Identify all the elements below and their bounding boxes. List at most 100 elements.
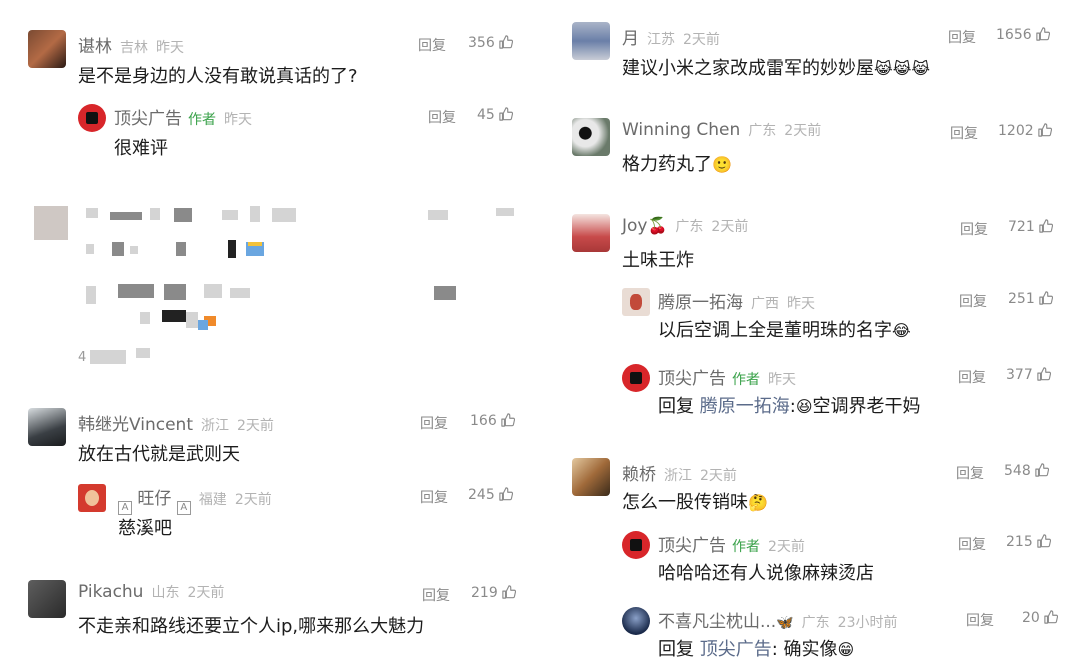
comment-time: 2天前: [683, 32, 720, 48]
reply-item: A 旺仔 A 福建 2天前 回复 245 慈溪吧: [0, 480, 540, 540]
like-button[interactable]: 548: [1004, 463, 1049, 479]
comment-text: 以后空调上全是董明珠的名字😂: [658, 316, 911, 342]
author-name[interactable]: 韩继光Vincent: [78, 415, 193, 435]
like-button[interactable]: 166: [470, 413, 515, 429]
reply-button[interactable]: 回复: [958, 367, 986, 387]
reply-button[interactable]: 回复: [950, 123, 978, 143]
author-name[interactable]: Winning Chen: [622, 120, 740, 140]
thumbs-up-icon: [499, 35, 513, 49]
user-avatar[interactable]: [28, 408, 66, 446]
reply-button[interactable]: 回复: [956, 463, 984, 483]
like-count: 166: [470, 413, 497, 429]
like-button[interactable]: 20: [1022, 610, 1058, 626]
like-button[interactable]: 251: [1008, 291, 1053, 307]
author-location: 福建: [198, 492, 227, 508]
blurred-label: 4: [78, 350, 87, 365]
comment-time: 23小时前: [837, 615, 898, 631]
user-avatar[interactable]: [28, 30, 66, 68]
author-badge: 作者: [732, 539, 760, 555]
comment-item: Pikachu 山东 2天前 回复 219 不走亲和路线还要立个人ip,哪来那么大魅…: [0, 578, 540, 638]
thumbs-up-icon: [1044, 610, 1058, 624]
user-avatar[interactable]: [622, 364, 650, 392]
user-avatar[interactable]: [622, 288, 650, 316]
reply-button[interactable]: 回复: [948, 27, 976, 47]
panel-divider: [540, 0, 548, 670]
author-name[interactable]: 顶尖广告: [658, 369, 726, 389]
comment-author[interactable]: 顶尖广告 作者 昨天: [658, 364, 796, 389]
user-avatar[interactable]: [78, 104, 106, 132]
user-avatar[interactable]: [572, 118, 610, 156]
reply-button[interactable]: 回复: [418, 35, 446, 55]
user-avatar[interactable]: [78, 484, 106, 512]
like-button[interactable]: 245: [468, 487, 513, 503]
user-avatar[interactable]: [572, 458, 610, 496]
author-name[interactable]: 谌林: [78, 37, 112, 57]
comment-time: 2天前: [784, 123, 822, 139]
author-location: 广东: [748, 123, 777, 139]
like-button[interactable]: 356: [468, 35, 513, 51]
author-location: 山东: [151, 585, 180, 601]
like-count: 215: [1006, 534, 1033, 550]
mention-link[interactable]: 顶尖广告: [700, 639, 772, 660]
reply-prefix: 回复: [658, 639, 694, 660]
comment-body: 格力药丸了: [622, 154, 712, 175]
comment-author[interactable]: 赖桥 浙江 2天前: [622, 460, 737, 485]
like-count: 721: [1008, 219, 1035, 235]
like-button[interactable]: 219: [471, 585, 516, 601]
author-name[interactable]: 顶尖广告: [114, 109, 182, 129]
reply-button[interactable]: 回复: [959, 291, 987, 311]
reply-button[interactable]: 回复: [420, 413, 448, 433]
comment-body: 以后空调上全是董明珠的名字: [658, 320, 892, 341]
thumbs-up-icon: [502, 585, 516, 599]
author-badge: 作者: [188, 112, 216, 128]
comment-time: 2天前: [700, 468, 737, 484]
comment-body: 建议小米之家改成雷军的妙妙屋: [622, 58, 874, 79]
user-avatar[interactable]: [572, 214, 610, 252]
comment-item: Joy🍒 广东 2天前 回复 721 土味王炸: [548, 212, 1080, 272]
like-button[interactable]: 377: [1006, 367, 1051, 383]
user-avatar[interactable]: [622, 531, 650, 559]
smile-emoji-icon: 🙂: [712, 155, 732, 174]
author-badge: 作者: [732, 372, 760, 388]
user-avatar[interactable]: [28, 580, 66, 618]
comment-author[interactable]: Winning Chen 广东 2天前: [622, 120, 821, 140]
author-name[interactable]: 腾原一拓海: [658, 293, 743, 313]
comment-author[interactable]: 不喜凡尘枕山...🦋 广东 23小时前: [658, 607, 897, 632]
author-name[interactable]: 赖桥: [622, 465, 656, 485]
comment-author[interactable]: 月江苏 2天前: [622, 24, 720, 49]
butterfly-emoji-icon: 🦋: [776, 615, 794, 631]
reply-button[interactable]: 回复: [428, 107, 456, 127]
comment-text: 土味王炸: [622, 250, 694, 271]
comment-author[interactable]: 谌林 吉林 昨天: [78, 32, 184, 57]
comment-time: 昨天: [787, 296, 815, 312]
comment-author[interactable]: 顶尖广告 作者 昨天: [114, 104, 252, 129]
author-name[interactable]: 顶尖广告: [658, 536, 726, 556]
user-avatar[interactable]: [572, 22, 610, 60]
reply-button[interactable]: 回复: [966, 610, 994, 630]
reply-button[interactable]: 回复: [420, 487, 448, 507]
comment-author[interactable]: 韩继光Vincent 浙江 2天前: [78, 410, 274, 435]
like-button[interactable]: 45: [477, 107, 513, 123]
reply-button[interactable]: 回复: [422, 585, 450, 605]
author-name[interactable]: 旺仔: [137, 489, 171, 509]
like-button[interactable]: 721: [1008, 219, 1053, 235]
comment-author[interactable]: Pikachu 山东 2天前: [78, 582, 224, 602]
like-button[interactable]: 215: [1006, 534, 1051, 550]
name-badge-left: A: [118, 501, 132, 515]
author-name[interactable]: 不喜凡尘枕山...: [658, 612, 776, 632]
author-name[interactable]: Joy: [622, 216, 647, 236]
like-count: 356: [468, 35, 495, 51]
comment-author[interactable]: Joy🍒 广东 2天前: [622, 216, 748, 236]
like-button[interactable]: 1202: [998, 123, 1052, 139]
user-avatar[interactable]: [622, 607, 650, 635]
reply-button[interactable]: 回复: [960, 219, 988, 239]
comment-author[interactable]: A 旺仔 A 福建 2天前: [118, 484, 272, 515]
mention-link[interactable]: 腾原一拓海: [700, 396, 790, 417]
comment-author[interactable]: 腾原一拓海 广西 昨天: [658, 288, 815, 313]
reply-button[interactable]: 回复: [958, 534, 986, 554]
comment-author[interactable]: 顶尖广告 作者 2天前: [658, 531, 805, 556]
author-name[interactable]: 月: [622, 29, 639, 49]
comment-text: 是不是身边的人没有敢说真话的了?: [78, 66, 358, 87]
like-button[interactable]: 1656: [996, 27, 1050, 43]
author-name[interactable]: Pikachu: [78, 582, 143, 602]
